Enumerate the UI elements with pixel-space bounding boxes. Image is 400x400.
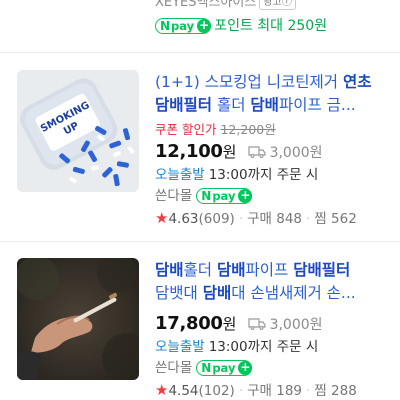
delivery-line: 오늘출발 13:00까지 주문 시 <box>155 165 395 185</box>
npay-badge: Npay + <box>155 18 212 34</box>
top-item-info: XEYES엑스아이스 광고ⓘ Npay + 포인트 최대 250원 <box>155 0 395 36</box>
store-line: 쓴다몰 Npay + <box>155 357 395 379</box>
npay-badge: Npay + <box>196 360 253 376</box>
store-name[interactable]: 쓴다몰 <box>155 188 192 204</box>
truck-icon <box>247 318 266 330</box>
title-text: 파이프 금... <box>278 96 356 114</box>
title-highlight: 담배필터 <box>155 96 213 114</box>
shipping-fee: 3,000원 <box>269 145 323 161</box>
original-price: 12,200원 <box>220 122 276 137</box>
delivery-line: 오늘출발 13:00까지 주문 시 <box>155 337 395 357</box>
delivery-text: 13:00까지 주문 시 <box>208 167 319 183</box>
separator-dot: · <box>238 211 244 227</box>
delivery-text: 13:00까지 주문 시 <box>208 339 319 355</box>
rating-line: ★4.63(609) · 구매 848 · 찜 562 <box>155 207 395 230</box>
product-thumbnail-filter-jar[interactable]: SMOKING UP <box>17 70 139 192</box>
divider <box>0 52 400 53</box>
purchase-count: 구매 189 <box>247 383 303 399</box>
npay-badge: Npay + <box>196 188 253 204</box>
title-text: 홀더 <box>183 261 217 279</box>
rating-line: ★4.54(102) · 구매 189 · 찜 288 <box>155 379 395 400</box>
purchase-count: 구매 848 <box>247 211 303 227</box>
npay-plus-icon: + <box>197 18 212 33</box>
price-unit: 원 <box>222 143 237 161</box>
store-line: 쓴다몰 Npay + <box>155 185 395 207</box>
today-dispatch-tag: 오늘출발 <box>155 167 205 183</box>
npay-pay-text: pay <box>212 189 236 203</box>
wish-count: 찜 562 <box>314 211 357 227</box>
point-text: 포인트 최대 250원 <box>214 18 328 34</box>
price: 12,100 <box>155 141 223 162</box>
title-text: 홀더 <box>212 96 251 114</box>
npay-pay-text: pay <box>171 19 195 33</box>
title-highlight: 담배 <box>155 261 184 279</box>
review-count[interactable]: (609) <box>199 211 235 227</box>
npay-pay-text: pay <box>212 361 236 375</box>
product-thumbnail-pipe[interactable] <box>17 258 139 380</box>
title-highlight: 담배필터 <box>293 261 351 279</box>
title-text: 대 손냄새제거 손... <box>231 284 356 302</box>
review-count[interactable]: (102) <box>199 383 235 399</box>
price-line: 17,800원 3,000원 <box>155 311 395 337</box>
star-icon: ★ <box>155 381 169 399</box>
title-highlight: 담배 <box>250 96 279 114</box>
price: 17,800 <box>155 313 223 334</box>
wish-count: 찜 288 <box>314 383 357 399</box>
npay-plus-icon: + <box>238 360 253 375</box>
shipping-fee: 3,000원 <box>269 317 323 333</box>
product-title[interactable]: (1+1) 스모킹업 니코틴제거 연초 <box>155 71 395 94</box>
pipe-hand-image <box>17 258 139 380</box>
divider <box>0 241 400 242</box>
store-name[interactable]: 쓴다몰 <box>155 360 192 376</box>
seller-line: XEYES엑스아이스 광고ⓘ <box>155 0 395 12</box>
title-text: (1+1) 스모킹업 니코틴제거 <box>155 73 343 91</box>
product-title-line2[interactable]: 담배필터 홀더 담배파이프 금... <box>155 94 395 117</box>
npay-n-icon: N <box>160 19 171 33</box>
title-text: 파이프 <box>245 261 294 279</box>
separator-dot: · <box>306 383 311 399</box>
coupon-label: 쿠폰 할인가 <box>155 122 217 137</box>
seller-name[interactable]: XEYES엑스아이스 <box>155 0 256 10</box>
coupon-price-line: 쿠폰 할인가 12,200원 <box>155 121 395 139</box>
price-line: 12,100원 3,000원 <box>155 139 395 165</box>
npay-n-icon: N <box>201 189 212 203</box>
separator-dot: · <box>306 211 311 227</box>
rating-value: 4.54 <box>168 383 199 399</box>
product-info: 담배홀더 담배파이프 담배필터 담뱃대 담배대 손냄새제거 손... 17,80… <box>155 259 395 400</box>
title-text: 담뱃대 <box>155 284 203 302</box>
product-info: (1+1) 스모킹업 니코틴제거 연초 담배필터 홀더 담배파이프 금... 쿠… <box>155 71 395 230</box>
truck-icon <box>247 146 266 158</box>
separator-dot: · <box>238 383 244 399</box>
ad-badge[interactable]: 광고ⓘ <box>259 0 296 10</box>
today-dispatch-tag: 오늘출발 <box>155 339 205 355</box>
filter-jar-image: SMOKING UP <box>17 70 139 192</box>
npay-point-line: Npay + 포인트 최대 250원 <box>155 16 395 36</box>
npay-plus-icon: + <box>238 188 253 203</box>
title-highlight: 담배 <box>202 284 232 302</box>
product-title-line2[interactable]: 담뱃대 담배대 손냄새제거 손... <box>155 282 395 305</box>
price-unit: 원 <box>222 315 237 333</box>
product-title[interactable]: 담배홀더 담배파이프 담배필터 <box>155 259 395 282</box>
rating-value: 4.63 <box>168 211 199 227</box>
npay-n-icon: N <box>201 361 212 375</box>
title-highlight: 담배 <box>216 261 246 279</box>
title-highlight: 연초 <box>342 73 372 91</box>
star-icon: ★ <box>155 209 169 227</box>
